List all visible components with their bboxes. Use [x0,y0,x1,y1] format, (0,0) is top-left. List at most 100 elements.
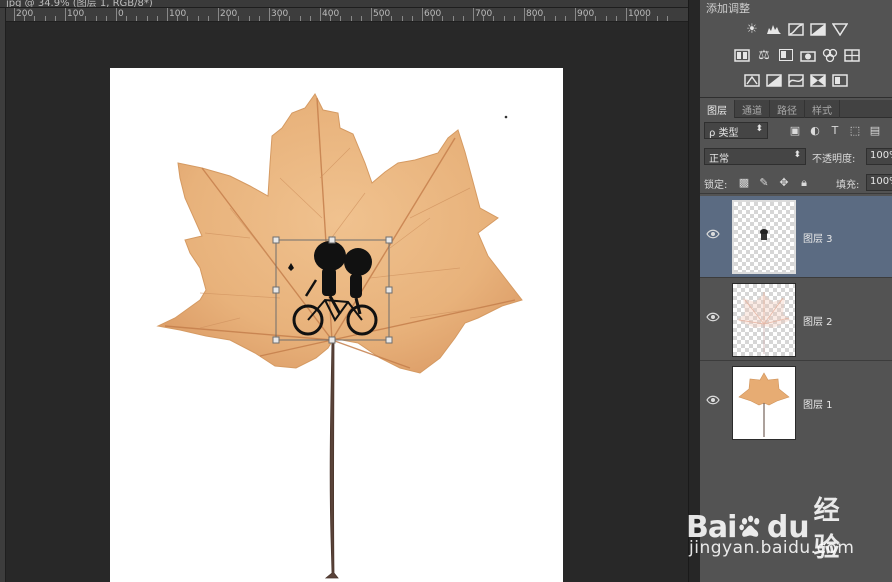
adjustment-filter-icon[interactable]: ◐ [808,124,822,137]
ruler-minor-tick [340,16,342,21]
layer-filter-select[interactable]: ρ 类型 ⬍ [704,122,768,139]
color-balance-icon[interactable]: ⚖ [756,48,772,62]
ruler-minor-tick [442,16,444,21]
ruler-minor-tick [54,16,56,21]
layers-panel-tabs: 图层 通道 路径 样式 [700,100,892,118]
lock-all-icon[interactable]: 🔒︎ [798,176,810,189]
ruler-minor-tick [401,16,403,21]
lock-label: 锁定: [704,180,728,191]
ruler-minor-tick [656,16,658,21]
document-tab-title: jpg @ 34.9% (图层 1, RGB/8*) [6,0,153,8]
layer-row-3[interactable]: 图层 3 [700,196,892,278]
ruler-minor-tick [350,16,352,21]
brightness-icon[interactable]: ☀ [744,22,760,36]
ruler-major-tick [371,8,372,21]
opacity-input[interactable]: 100% [866,148,892,165]
ruler-minor-tick [197,16,199,21]
eye-icon[interactable] [706,395,720,405]
lock-transparent-pixels-icon[interactable]: ▩ [738,176,750,189]
tab-styles[interactable]: 样式 [805,100,840,118]
curves-icon[interactable] [788,22,804,36]
lock-position-icon[interactable]: ✥ [778,176,790,189]
horizontal-ruler: 200 100 0 100 200 300 400 500 600 700 800 900 1000 [6,8,688,22]
invert-icon[interactable] [744,73,760,87]
type-filter-icon[interactable]: T [828,124,842,137]
baidu-jingyan-watermark: Bai du 经验 jingyan.baidu.com [686,486,856,566]
blend-mode-row: 正常 ⬍ 不透明度: 100% [700,146,892,168]
ruler-minor-tick [411,16,413,21]
gradient-map-icon[interactable] [832,73,848,87]
tab-channels[interactable]: 通道 [735,100,770,118]
layer-name[interactable]: 图层 1 [803,396,833,411]
adjustments-title: 添加调整 [706,2,750,15]
hue-saturation-icon[interactable] [734,48,750,62]
ruler-minor-tick [432,16,434,21]
ruler-major-tick [167,8,168,21]
ruler-minor-tick [646,16,648,21]
ruler-major-tick [269,8,270,21]
fill-input[interactable]: 100% [866,174,892,191]
threshold-icon[interactable] [788,73,804,87]
image-canvas[interactable] [110,68,563,582]
layer-name[interactable]: 图层 2 [803,313,833,328]
selective-color-icon[interactable] [810,73,826,87]
black-white-icon[interactable] [778,48,794,62]
ruler-minor-tick [44,16,46,21]
ruler-minor-tick [248,16,250,21]
ruler-minor-tick [391,16,393,21]
ruler-minor-tick [483,16,485,21]
ruler-minor-tick [381,16,383,21]
ruler-minor-tick [85,16,87,21]
leaf-artwork [156,93,523,579]
tab-layers[interactable]: 图层 [700,100,735,118]
vertical-ruler [0,8,6,582]
ruler-minor-tick [503,16,505,21]
document-tab[interactable]: jpg @ 34.9% (图层 1, RGB/8*) [0,0,688,8]
ruler-minor-tick [299,16,301,21]
ruler-minor-tick [330,16,332,21]
ruler-major-tick [14,8,15,21]
ruler-minor-tick [279,16,281,21]
ruler-major-tick [218,8,219,21]
shape-filter-icon[interactable]: ⬚ [848,124,862,137]
vibrance-icon[interactable] [832,22,848,36]
ruler-minor-tick [105,16,107,21]
ruler-minor-tick [309,16,311,21]
layer-thumbnail [732,366,796,440]
ruler-major-tick [116,8,117,21]
layer-thumbnail [732,283,796,357]
layer-row-2[interactable]: 图层 2 [700,279,892,361]
photo-filter-icon[interactable] [800,48,816,62]
color-lookup-icon[interactable] [844,48,860,62]
ruler-minor-tick [289,16,291,21]
lock-image-pixels-icon[interactable]: ✎ [758,176,770,189]
lock-row: 锁定: ▩ ✎ ✥ 🔒︎ 填充: 100% [700,172,892,194]
exposure-icon[interactable] [810,22,826,36]
eye-icon[interactable] [706,312,720,322]
ruler-minor-tick [238,16,240,21]
layer-thumbnail [732,200,796,274]
ruler-major-tick [575,8,576,21]
pixel-filter-icon[interactable]: ▣ [788,124,802,137]
chevron-down-icon: ⬍ [793,150,801,160]
levels-icon[interactable] [766,22,782,36]
smart-object-filter-icon[interactable]: ▤ [868,124,882,137]
ruler-label: 0 [118,9,124,19]
ruler-minor-tick [177,16,179,21]
ruler-major-tick [524,8,525,21]
layer-row-1[interactable]: 图层 1 [700,362,892,444]
eye-icon[interactable] [706,229,720,239]
blend-mode-value: 正常 [709,154,729,165]
tab-paths[interactable]: 路径 [770,100,805,118]
ruler-minor-tick [462,16,464,21]
layer-filter-row: ρ 类型 ⬍ ▣ ◐ T ⬚ ▤ [700,120,892,142]
ruler-minor-tick [605,16,607,21]
ruler-minor-tick [136,16,138,21]
document-area: jpg @ 34.9% (图层 1, RGB/8*) 200 100 0 100 200… [0,0,688,582]
channel-mixer-icon[interactable] [822,48,838,62]
blend-mode-select[interactable]: 正常 ⬍ [704,148,806,165]
chevron-down-icon: ⬍ [755,124,763,134]
ruler-minor-tick [360,16,362,21]
posterize-icon[interactable] [766,73,782,87]
layer-name[interactable]: 图层 3 [803,230,833,245]
